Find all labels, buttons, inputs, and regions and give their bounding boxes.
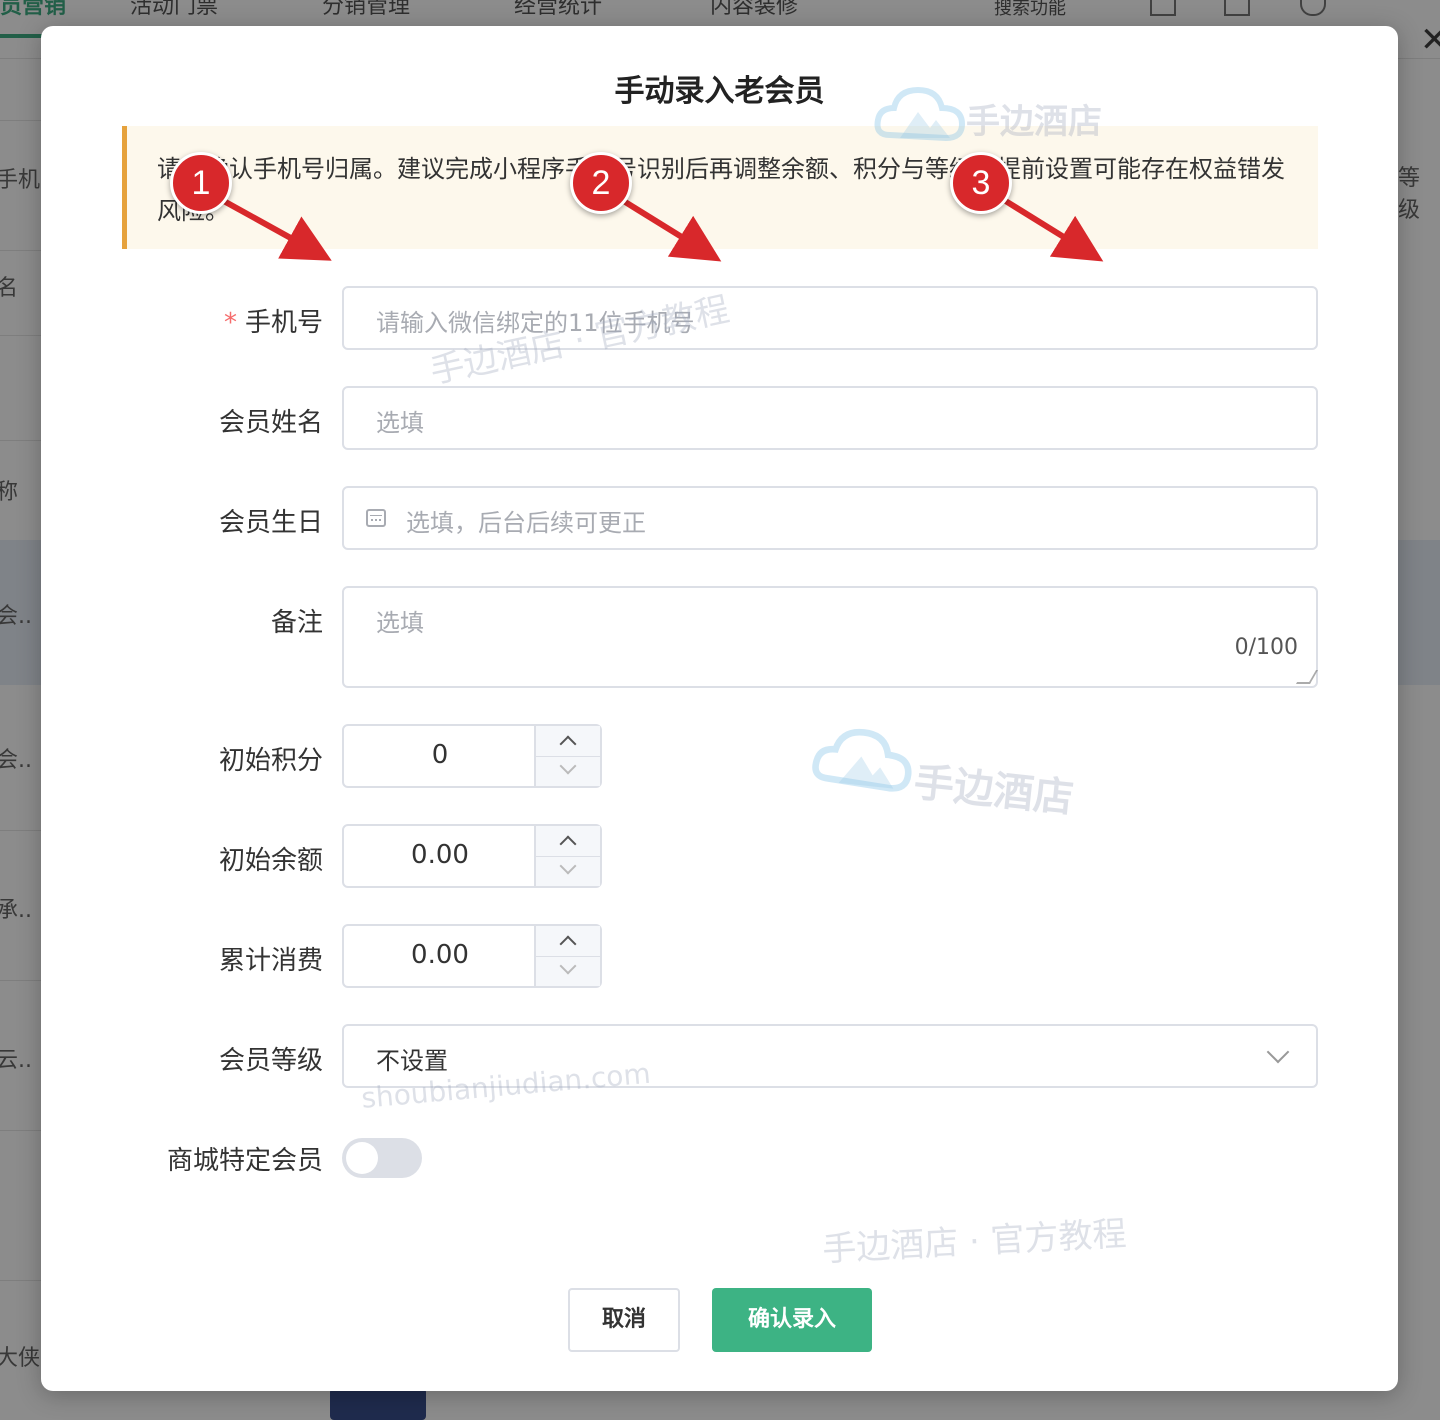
chevron-up-icon (559, 835, 577, 853)
remark-placeholder: 选填 (376, 609, 424, 637)
mall-member-toggle[interactable] (342, 1138, 422, 1178)
dialog-title: 手动录入老会员 (614, 74, 825, 109)
resize-handle-icon[interactable] (1295, 670, 1319, 684)
name-placeholder: 选填 (376, 409, 424, 437)
char-counter: 0/100 (1234, 635, 1298, 660)
increment-button[interactable] (536, 926, 600, 957)
chevron-down-icon (559, 757, 577, 775)
decrement-button[interactable] (536, 956, 600, 986)
notice-text: 请先确认手机号归属。建议完成小程序手机号识别后再调整余额、积分与等级；提前设置可… (157, 155, 1285, 225)
phone-label-text: 手机号 (244, 308, 323, 338)
step-marker-3: 3 (950, 152, 1012, 214)
confirm-button[interactable]: 确认录入 (712, 1288, 872, 1352)
birthday-label: 会员生日 (218, 508, 323, 538)
toggle-knob (346, 1142, 378, 1174)
stepper-controls (534, 726, 600, 786)
add-member-dialog: 手动录入老会员 请先确认手机号归属。建议完成小程序手机号识别后再调整余额、积分与… (41, 26, 1398, 1391)
chevron-down-icon (1266, 1040, 1290, 1064)
chevron-down-icon (559, 957, 577, 975)
chevron-up-icon (559, 735, 577, 753)
decrement-button[interactable] (536, 856, 600, 886)
mall-member-label: 商城特定会员 (166, 1146, 323, 1176)
total-spend-stepper[interactable]: 0.00 (342, 924, 602, 988)
decrement-button[interactable] (536, 756, 600, 786)
stepper-controls (534, 926, 600, 986)
phone-placeholder: 请输入微信绑定的11位手机号 (376, 309, 695, 337)
phone-label: * 手机号 (101, 302, 323, 339)
remark-label: 备注 (270, 608, 323, 638)
birthday-placeholder: 选填，后台后续可更正 (406, 509, 646, 537)
chevron-down-icon (559, 857, 577, 875)
warning-notice: 请先确认手机号归属。建议完成小程序手机号识别后再调整余额、积分与等级；提前设置可… (122, 126, 1318, 249)
phone-input[interactable]: 请输入微信绑定的11位手机号 (342, 286, 1318, 350)
points-value[interactable]: 0 (344, 740, 536, 770)
balance-label: 初始余额 (218, 846, 323, 876)
close-icon[interactable]: ✕ (1420, 20, 1440, 60)
balance-stepper[interactable]: 0.00 (342, 824, 602, 888)
step-marker-1: 1 (170, 152, 232, 214)
remark-textarea[interactable]: 选填 0/100 (342, 586, 1319, 688)
balance-value[interactable]: 0.00 (344, 840, 536, 870)
increment-button[interactable] (536, 826, 600, 857)
total-spend-value[interactable]: 0.00 (344, 940, 536, 970)
points-stepper[interactable]: 0 (342, 724, 602, 788)
birthday-date-picker[interactable]: 选填，后台后续可更正 (342, 486, 1318, 550)
stepper-controls (534, 826, 600, 886)
level-selected-value: 不设置 (376, 1047, 448, 1075)
chevron-up-icon (559, 935, 577, 953)
step-marker-2: 2 (570, 152, 632, 214)
required-mark: * (223, 308, 237, 338)
points-label: 初始积分 (218, 746, 323, 776)
member-name-input[interactable]: 选填 (342, 386, 1318, 450)
increment-button[interactable] (536, 726, 600, 757)
calendar-icon (366, 509, 386, 527)
level-label: 会员等级 (218, 1046, 323, 1076)
cancel-button[interactable]: 取消 (568, 1288, 680, 1352)
member-level-select[interactable]: 不设置 (342, 1024, 1318, 1088)
name-label: 会员姓名 (218, 408, 323, 438)
total-spend-label: 累计消费 (218, 946, 323, 976)
